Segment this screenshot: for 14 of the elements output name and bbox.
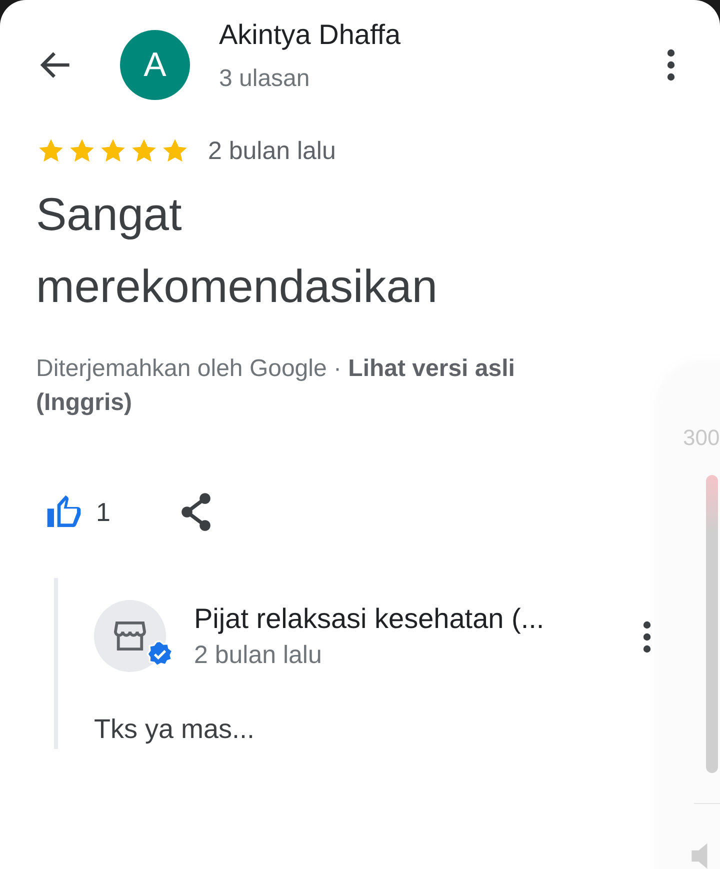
reply-time: 2 bulan lalu xyxy=(194,640,323,670)
reviewer-name: Akintya Dhaffa xyxy=(219,19,402,51)
review-text: Sangat merekomendasikan xyxy=(36,187,438,314)
reply-text: Tks ya mas... xyxy=(94,714,256,745)
more-button[interactable] xyxy=(666,48,676,82)
avatar: A xyxy=(120,30,190,100)
translation-note: Diterjemahkan oleh Google · Lihat versi asli (Inggris) xyxy=(36,354,516,418)
review-time: 2 bulan lalu xyxy=(208,136,336,166)
review-count: 3 ulasan xyxy=(219,65,311,93)
owner-name: Pijat relaksasi kesehatan (... xyxy=(194,602,546,634)
more-button[interactable] xyxy=(642,620,652,654)
like-count: 1 xyxy=(96,496,110,528)
store-icon xyxy=(112,620,148,652)
volume-slider[interactable] xyxy=(706,475,718,773)
